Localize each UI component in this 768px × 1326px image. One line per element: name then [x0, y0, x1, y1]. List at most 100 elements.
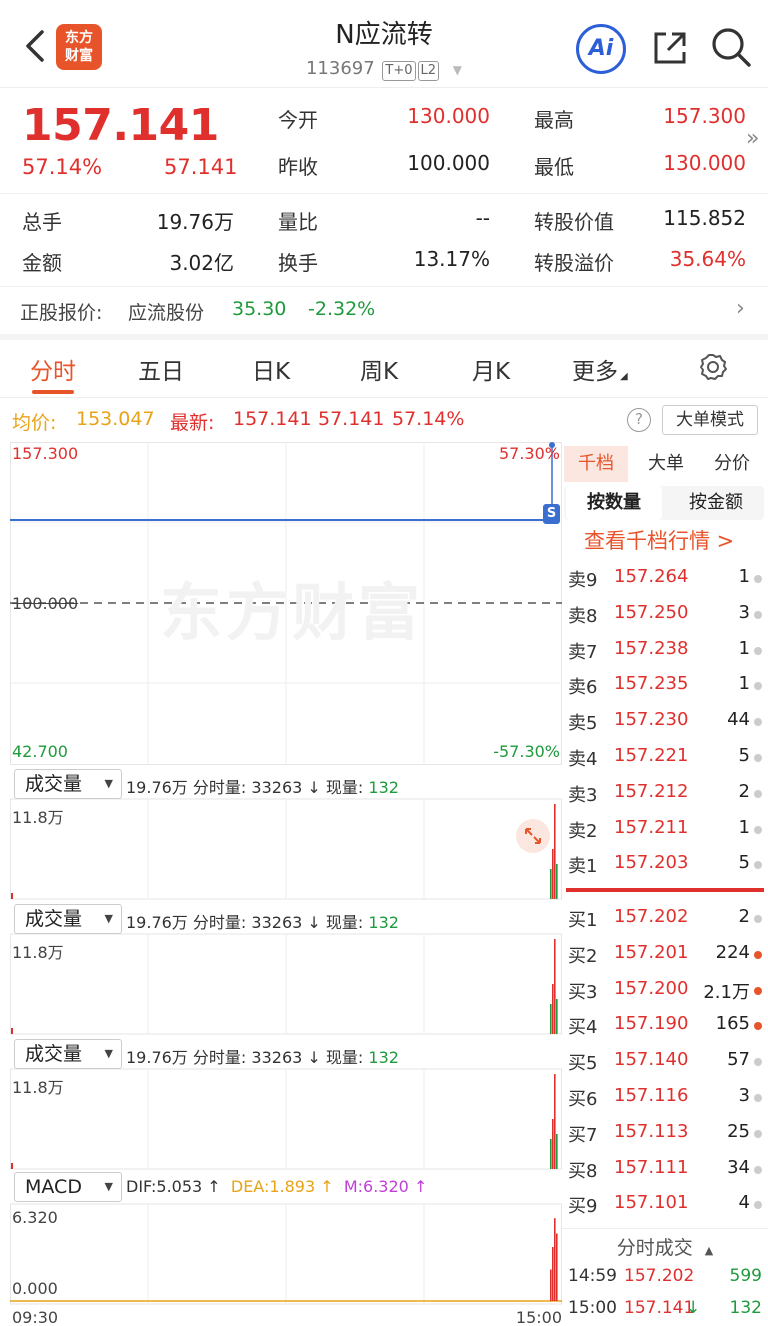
bid-row[interactable]: 买5 157.140 57: [562, 1045, 768, 1079]
bid-volume: 2: [738, 906, 750, 927]
bid-row[interactable]: 买2 157.201 224: [562, 938, 768, 972]
ticks-title: 分时成交: [616, 1237, 693, 1259]
ask-price: 157.212: [614, 780, 689, 802]
low-label: 最低: [534, 155, 574, 179]
price-top-label: 157.300: [12, 444, 79, 463]
ask-level-label: 卖1: [568, 856, 598, 878]
bid-row[interactable]: 买4 157.190 165: [562, 1009, 768, 1043]
underlying-label: 正股报价:: [20, 302, 103, 324]
tab-weekly-k[interactable]: 周K: [360, 352, 398, 386]
intraday-chart[interactable]: 东方财富 157.300 57.30% 100.000 42.700 -57.3…: [10, 442, 562, 1326]
change-amount: 57.141: [164, 155, 238, 179]
activity-dot-icon: [754, 789, 762, 798]
book-tabs: 千档 大单 分价: [564, 446, 764, 482]
tab-depth[interactable]: 千档: [564, 446, 628, 482]
up-arrow-icon: ↑: [320, 1177, 334, 1196]
bid-row[interactable]: 买1 157.202 2: [562, 902, 768, 936]
expand-double-chevron-icon[interactable]: »: [746, 126, 759, 151]
ask-row[interactable]: 卖4 157.221 5: [562, 741, 768, 775]
bid-level-label: 买2: [568, 945, 598, 967]
ask-price: 157.235: [614, 673, 689, 695]
macd-m: M:6.320: [343, 1177, 409, 1196]
underlying-stock-row[interactable]: 正股报价: 应流股份 35.30 -2.32% ›: [0, 288, 768, 334]
ask-volume: 5: [738, 852, 750, 874]
now-label: 现量:: [325, 778, 364, 797]
bid-volume: 34: [727, 1156, 750, 1178]
tab-more-label: 更多: [572, 359, 618, 385]
ask-price: 157.238: [614, 637, 689, 659]
indicator-select-macd[interactable]: MACD ▼: [14, 1172, 122, 1202]
ask-row[interactable]: 卖7 157.238 1: [562, 634, 768, 668]
volume-total: 19.76万: [126, 913, 188, 932]
bid-volume: 57: [727, 1049, 750, 1071]
ask-row[interactable]: 卖8 157.250 3: [562, 598, 768, 632]
volume-bar: [556, 864, 558, 899]
tab-daily-k[interactable]: 日K: [252, 352, 290, 386]
macd-bar: [554, 1218, 556, 1301]
volume-value: 19.76万: [156, 210, 234, 234]
tab-five-day[interactable]: 五日: [138, 352, 184, 386]
tab-big-order[interactable]: 大单: [634, 446, 698, 482]
by-amount-toggle[interactable]: 按金额: [668, 486, 764, 520]
bid-volume: 3: [738, 1085, 750, 1106]
bid-row[interactable]: 买8 157.111 34: [562, 1153, 768, 1187]
bid-row[interactable]: 买6 157.116 3: [562, 1081, 768, 1115]
settings-gear-icon[interactable]: [698, 352, 728, 382]
ask-level-label: 卖9: [568, 570, 598, 591]
ask-level-label: 卖5: [568, 713, 598, 735]
view-depth-link[interactable]: 查看千档行情 >: [584, 525, 734, 555]
divider: [0, 286, 768, 287]
activity-dot-icon: [754, 646, 762, 655]
ask-volume: 1: [738, 673, 750, 695]
indicator-select-label: 成交量: [25, 773, 83, 795]
ask-row[interactable]: 卖6 157.235 1: [562, 669, 768, 703]
t0-tag: T+0: [382, 61, 416, 81]
ask-row[interactable]: 卖3 157.212 2: [562, 777, 768, 811]
activity-dot-icon: [754, 610, 762, 619]
volume-bar: [550, 1139, 552, 1169]
big-order-mode-button[interactable]: 大单模式: [662, 405, 758, 435]
ai-button[interactable]: Ai: [576, 24, 626, 74]
indicator-select-volume-3[interactable]: 成交量 ▼: [14, 1039, 122, 1069]
ask-volume: 5: [738, 745, 750, 766]
ask-level-label: 卖7: [568, 641, 598, 663]
tick-time: 14:59: [568, 1266, 617, 1286]
caret-up-icon: ▲: [704, 1244, 714, 1257]
macd-ymin: 0.000: [12, 1279, 58, 1298]
indicator-select-label: 成交量: [25, 908, 83, 930]
volume-pane-2-info: 19.76万 分时量: 33263 ↓ 现量: 132: [126, 909, 399, 933]
indicator-select-volume-1[interactable]: 成交量 ▼: [14, 769, 122, 799]
pct-top-label: 57.30%: [498, 444, 560, 463]
tab-monthly-k[interactable]: 月K: [472, 352, 510, 386]
volume-bar: [556, 999, 558, 1034]
ask-volume: 44: [727, 709, 750, 731]
ask-row[interactable]: 卖5 157.230 44: [562, 705, 768, 739]
indicator-select-volume-2[interactable]: 成交量 ▼: [14, 904, 122, 934]
low-value: 130.000: [663, 151, 746, 175]
ask-row[interactable]: 卖2 157.211 1: [562, 813, 768, 847]
bid-price: 157.140: [614, 1049, 689, 1071]
search-icon[interactable]: [710, 26, 752, 68]
ask-price: 157.250: [614, 601, 689, 623]
expand-chart-icon[interactable]: [516, 819, 550, 853]
tab-price-dist[interactable]: 分价: [700, 446, 764, 482]
bid-price: 157.201: [614, 941, 689, 963]
ticks-header[interactable]: 分时成交 ▲: [562, 1228, 768, 1262]
top-bar: 东方 财富 N应流转 113697 T+0 L2 ▼ Ai: [0, 0, 768, 88]
help-icon[interactable]: ?: [627, 408, 651, 432]
change-percent: 57.14%: [22, 155, 103, 179]
share-icon[interactable]: [650, 28, 690, 68]
bid-row[interactable]: 买3 157.200 2.1万: [562, 974, 768, 1008]
l2-tag: L2: [417, 61, 440, 81]
bucket-value: 33263: [251, 1048, 303, 1067]
ask-row[interactable]: 卖9 157.264 1: [562, 562, 768, 596]
tab-more[interactable]: 更多 ◢: [572, 352, 628, 386]
ask-row[interactable]: 卖1 157.203 5: [562, 848, 768, 882]
tab-intraday[interactable]: 分时: [30, 352, 76, 386]
by-quantity-toggle[interactable]: 按数量: [566, 486, 662, 520]
bid-row[interactable]: 买9 157.101 4: [562, 1188, 768, 1222]
volume-ymax: 11.8万: [12, 1078, 64, 1097]
bid-volume: 224: [715, 941, 750, 963]
turnover-label: 换手: [278, 251, 318, 275]
bid-row[interactable]: 买7 157.113 25: [562, 1117, 768, 1151]
